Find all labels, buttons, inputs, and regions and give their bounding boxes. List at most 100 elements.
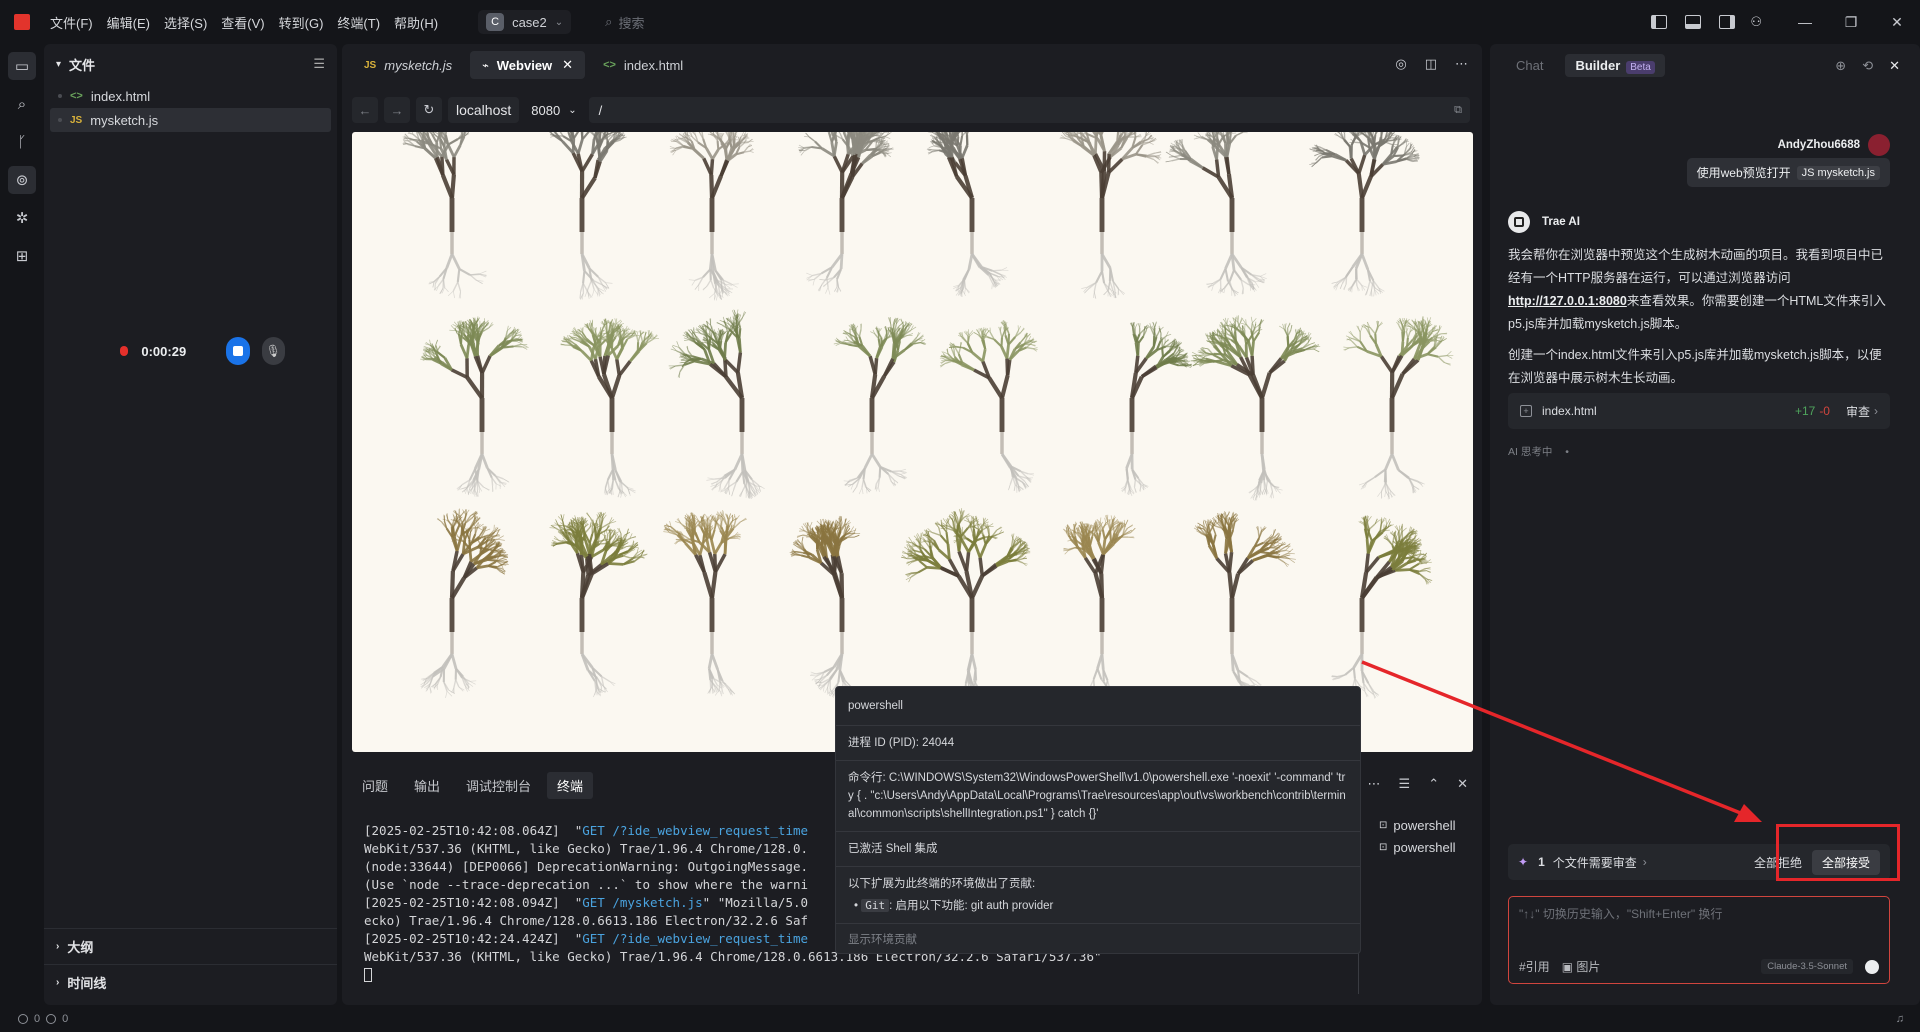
explorer-icon[interactable]: ▭ (8, 52, 36, 80)
tab-problems[interactable]: 问题 (352, 772, 398, 799)
text: 我会帮你在浏览器中预览这个生成树木动画的项目。我看到项目中已经有一个HTTP服务… (1508, 248, 1884, 285)
terminal-item[interactable]: ⊡ powershell (1379, 814, 1479, 836)
review-count: 1 (1538, 855, 1545, 869)
review-link[interactable]: 审查 (1846, 403, 1870, 420)
close-icon[interactable]: ✕ (1889, 58, 1900, 74)
model-selector[interactable]: Claude-3.5-Sonnet (1761, 959, 1853, 974)
thinking-text: AI 思考中 (1508, 446, 1553, 458)
tab-builder[interactable]: Builder Beta (1565, 53, 1665, 77)
file-chip[interactable]: JS mysketch.js (1796, 165, 1880, 180)
toggle-sidebar-icon[interactable] (1651, 15, 1668, 29)
file-item-mysketch-js[interactable]: JS mysketch.js (50, 108, 331, 132)
tree (833, 316, 927, 495)
split-editor-icon[interactable]: ◫ (1425, 56, 1437, 72)
tab-output[interactable]: 输出 (404, 772, 450, 799)
search-box[interactable]: ⌕ 搜索 (605, 13, 644, 32)
tab-index-html[interactable]: <> index.html (591, 51, 695, 79)
chevron-up-icon[interactable]: ⌃ (1428, 776, 1439, 792)
more-icon[interactable]: ⋯ (1455, 56, 1468, 72)
user-name: AndyZhou6688 (1777, 139, 1860, 151)
extensions-icon[interactable]: ⊞ (8, 242, 36, 270)
terminal-icon: ⊡ (1379, 819, 1388, 831)
localhost-link[interactable]: http://127.0.0.1:8080 (1508, 294, 1627, 308)
close-window-button[interactable]: ✕ (1874, 14, 1920, 31)
terminal-name: powershell (1393, 839, 1456, 855)
more-icon[interactable]: ⋯ (1368, 776, 1381, 792)
explorer-header[interactable]: ▾ 文件 ☰ (44, 44, 337, 84)
image-button[interactable]: ▣ 图片 (1562, 958, 1601, 975)
tab-debug-console[interactable]: 调试控制台 (456, 772, 541, 799)
sparkle-icon: ✦ (1518, 855, 1529, 869)
close-icon[interactable]: ✕ (562, 57, 573, 73)
warning-icon[interactable] (46, 1013, 57, 1024)
terminal-name: powershell (1393, 817, 1456, 833)
menu-file[interactable]: 文件(F) (50, 13, 93, 32)
new-file-icon: + (1520, 405, 1532, 417)
close-panel-icon[interactable]: ✕ (1457, 776, 1468, 792)
menu-edit[interactable]: 编辑(E) (107, 13, 150, 32)
chat-input[interactable]: "↑↓" 切换历史输入，"Shift+Enter" 换行 #引用 ▣ 图片 Cl… (1508, 896, 1890, 984)
compass-icon[interactable]: ◎ (1395, 56, 1406, 72)
tab-chat[interactable]: Chat (1506, 54, 1553, 77)
url-path-input[interactable]: / ⧉ (588, 97, 1470, 123)
minimize-button[interactable]: — (1782, 14, 1828, 30)
file-item-index-html[interactable]: <> index.html (44, 84, 337, 108)
toggle-aux-sidebar-icon[interactable] (1719, 15, 1736, 29)
tab-terminal[interactable]: 终端 (547, 771, 594, 799)
forward-button[interactable]: → (384, 97, 410, 123)
send-button[interactable] (1865, 959, 1879, 974)
menu-help[interactable]: 帮助(H) (394, 13, 438, 32)
outline-section[interactable]: › 大纲 (44, 928, 337, 964)
menu-view[interactable]: 查看(V) (221, 13, 264, 32)
history-icon[interactable]: ⟲ (1862, 58, 1873, 74)
reload-button[interactable]: ↻ (416, 97, 442, 123)
tab-webview[interactable]: ⌁ Webview ✕ (470, 51, 586, 79)
search-icon[interactable]: ⌕ (8, 90, 36, 118)
js-file-icon: JS (364, 59, 377, 71)
new-chat-icon[interactable]: ⊕ (1835, 58, 1846, 74)
tree (798, 132, 894, 295)
popup-ext-desc: : 启用以下功能: git auth provider (889, 900, 1054, 912)
account-icon[interactable]: ⚇ (1750, 14, 1762, 30)
tree (663, 510, 747, 697)
cite-button[interactable]: #引用 (1519, 958, 1550, 975)
back-button[interactable]: ← (352, 97, 378, 123)
microphone-icon[interactable]: 🎙 (261, 337, 285, 365)
changed-file-card[interactable]: + index.html +17 -0 审查 › (1508, 393, 1890, 429)
explorer-title: 文件 (69, 57, 96, 73)
debug-icon[interactable]: ✲ (8, 204, 36, 232)
lines-added: +17 (1794, 404, 1816, 418)
lines-removed: -0 (1819, 404, 1830, 418)
tree (939, 320, 1038, 493)
maximize-button[interactable]: ❐ (1828, 14, 1874, 31)
menu-selection[interactable]: 选择(S) (164, 13, 207, 32)
url-port-select[interactable]: 8080 ⌄ (525, 97, 582, 123)
popup-footer-link[interactable]: 显示环境贡献 (836, 924, 1360, 954)
source-control-icon[interactable]: ᚴ (8, 128, 36, 156)
error-icon[interactable] (18, 1013, 28, 1024)
settings-icon[interactable]: ☰ (313, 56, 325, 72)
tab-mysketch-js[interactable]: JS mysketch.js (352, 51, 464, 79)
warning-count: 0 (62, 1012, 69, 1025)
menu-terminal[interactable]: 终端(T) (337, 13, 380, 32)
webview-canvas[interactable] (352, 132, 1473, 752)
menu-go[interactable]: 转到(G) (279, 13, 324, 32)
project-selector[interactable]: C case2 ⌄ (478, 10, 572, 34)
tree (548, 132, 627, 300)
stop-recording-button[interactable] (226, 337, 250, 365)
popup-ext-item: • Git: 启用以下功能: git auth provider (854, 899, 1054, 912)
review-text[interactable]: 个文件需要审查 (1553, 854, 1637, 871)
tab-label: Webview (496, 57, 553, 73)
tree (1309, 132, 1420, 297)
open-external-icon[interactable]: ⧉ (1454, 104, 1462, 117)
panel-settings-icon[interactable]: ☰ (1399, 776, 1411, 792)
url-host[interactable]: localhost (448, 97, 520, 123)
timeline-section[interactable]: › 时间线 (44, 964, 337, 1000)
image-label: 图片 (1576, 960, 1601, 974)
tree (1343, 316, 1454, 500)
toggle-panel-icon[interactable] (1685, 15, 1702, 29)
screen-recorder: 0:00:29 🎙 (60, 328, 285, 374)
terminal-item[interactable]: ⊡ powershell (1379, 836, 1479, 858)
bell-icon[interactable]: ♫ (1896, 1013, 1904, 1025)
remote-icon[interactable]: ⊚ (8, 166, 36, 194)
